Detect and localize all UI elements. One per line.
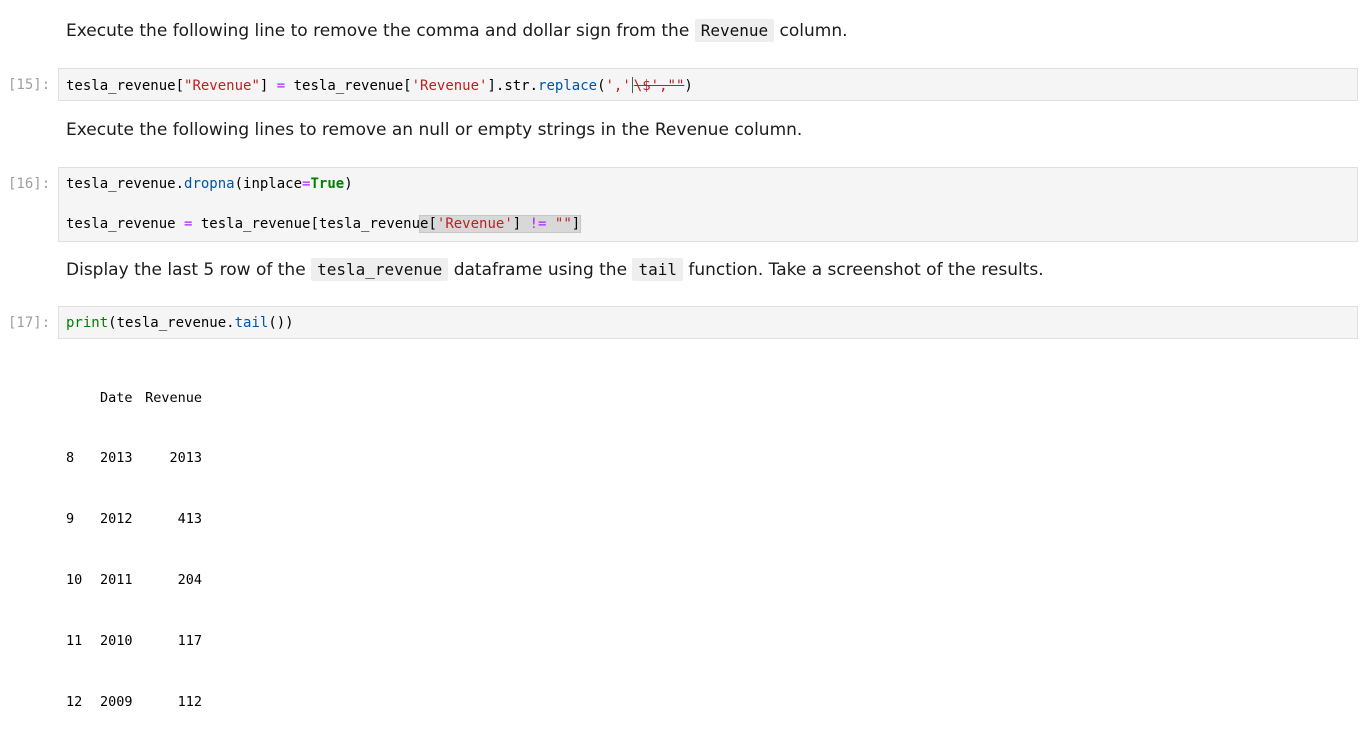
md1-text: Execute the following line to remove the…	[66, 21, 695, 41]
md3-text-mid: dataframe using the	[448, 260, 633, 280]
markdown-cell-2: Execute the following lines to remove an…	[66, 119, 802, 141]
row-revenue: 117	[177, 633, 202, 650]
cell-15-prompt: [15]:	[8, 77, 51, 93]
md2-text: Execute the following lines to remove an…	[66, 120, 803, 140]
row-revenue: 112	[177, 694, 202, 711]
row-revenue: 204	[177, 572, 202, 589]
cell-17-output: Date Revenue 8 2013 2013 9 2012 413 10 2011 204…	[66, 347, 202, 733]
text-cursor	[631, 77, 633, 93]
row-date: 2012	[100, 511, 133, 528]
md3-text-end: function. Take a screenshot of the resul…	[682, 260, 1044, 280]
cell-17-prompt: [17]:	[8, 315, 51, 331]
row-date: 2009	[100, 694, 133, 711]
code-line[interactable]: tesla_revenue["Revenue"] = tesla_revenue…	[66, 77, 693, 94]
row-index: 11	[66, 633, 83, 650]
row-date: 2011	[100, 572, 133, 589]
code-line[interactable]: tesla_revenue = tesla_revenue[tesla_reve…	[66, 215, 582, 233]
output-row: 12 2009 112	[66, 692, 202, 712]
col-header-date: Date	[100, 389, 133, 406]
code-line[interactable]: print(tesla_revenue.tail())	[66, 315, 294, 331]
row-index: 8	[66, 450, 75, 467]
output-header: Date Revenue	[66, 388, 202, 408]
output-row: 11 2010 117	[66, 631, 202, 651]
output-row: 8 2013 2013	[66, 448, 202, 468]
row-date: 2010	[100, 633, 133, 650]
output-row: 10 2011 204	[66, 570, 202, 590]
md1-text-end: column.	[774, 21, 848, 41]
col-header-revenue: Revenue	[145, 389, 202, 406]
output-row: 9 2012 413	[66, 509, 202, 529]
row-revenue: 2013	[169, 450, 202, 467]
markdown-cell-3: Display the last 5 row of the tesla_reve…	[66, 258, 1044, 281]
md3-inline-code-1: tesla_revenue	[311, 258, 449, 281]
row-date: 2013	[100, 450, 133, 467]
md3-text: Display the last 5 row of the	[66, 260, 312, 280]
cell-16-prompt: [16]:	[8, 176, 51, 192]
row-index: 9	[66, 511, 75, 528]
row-revenue: 413	[177, 511, 202, 528]
code-line[interactable]: tesla_revenue.dropna(inplace=True)	[66, 176, 353, 192]
code-cell-15[interactable]: tesla_revenue["Revenue"] = tesla_revenue…	[58, 68, 1358, 101]
md3-inline-code-2: tail	[632, 258, 683, 281]
row-index: 10	[66, 572, 83, 589]
code-cell-16[interactable]: tesla_revenue.dropna(inplace=True) tesla…	[58, 167, 1358, 242]
row-index: 12	[66, 694, 83, 711]
md1-inline-code: Revenue	[694, 19, 775, 42]
markdown-cell-1: Execute the following line to remove the…	[66, 19, 848, 42]
code-cell-17[interactable]: print(tesla_revenue.tail())	[58, 306, 1358, 339]
